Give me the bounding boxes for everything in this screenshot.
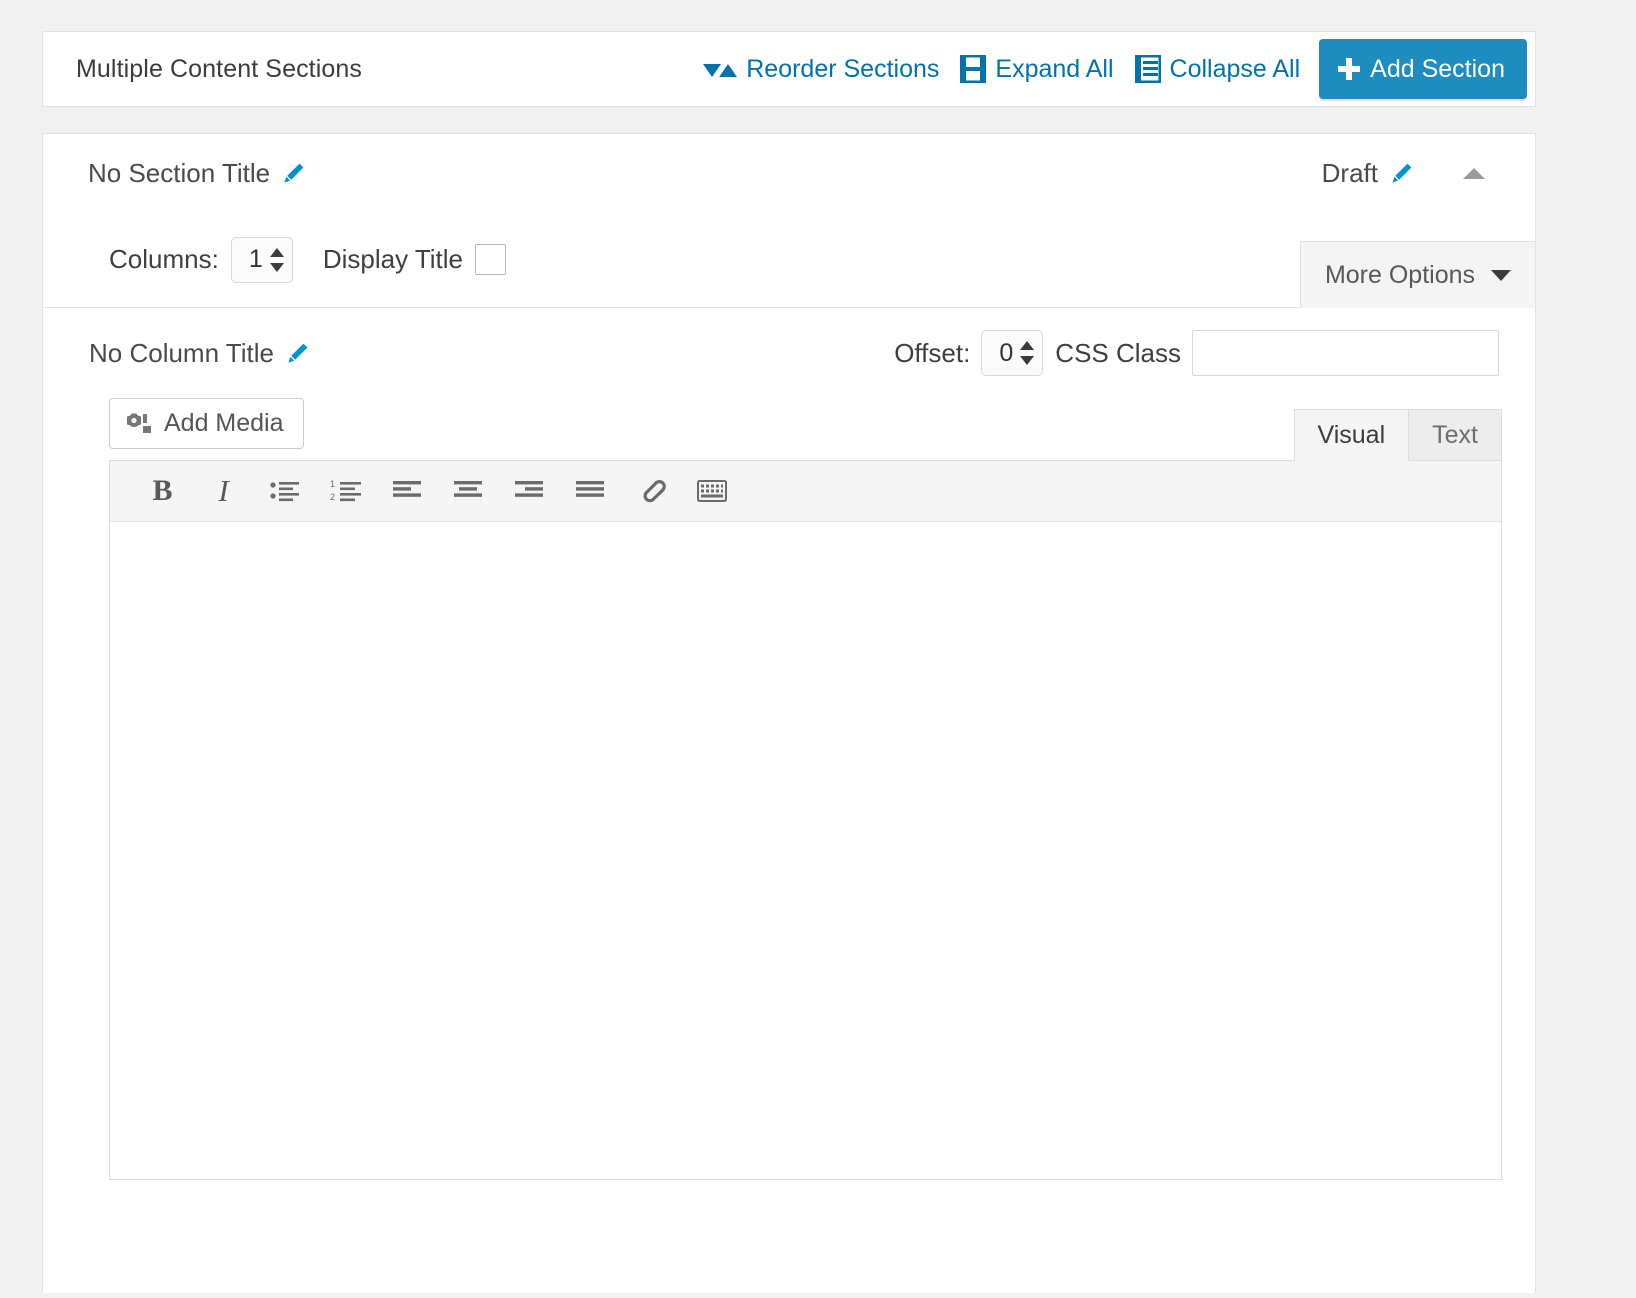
section-header-row: No Section Title Draft	[43, 134, 1535, 212]
status-badge: Draft	[1321, 157, 1378, 188]
editor-format-toolbar: B I 1 2	[109, 460, 1502, 522]
numbered-list-icon[interactable]: 1 2	[315, 463, 376, 519]
reorder-sections-link[interactable]: Reorder Sections	[703, 55, 939, 84]
more-options-tab[interactable]: More Options	[1299, 241, 1535, 308]
columns-stepper[interactable]: 1	[230, 236, 293, 283]
collapse-all-label: Collapse All	[1169, 54, 1301, 83]
css-class-label: CSS Class	[1055, 337, 1181, 368]
collapse-all-icon	[1134, 55, 1161, 83]
status-edit-pencil-icon[interactable]	[1391, 162, 1413, 184]
section-title-edit-pencil-icon[interactable]	[283, 162, 305, 184]
reorder-sections-label: Reorder Sections	[746, 54, 940, 83]
expand-all-label: Expand All	[995, 54, 1114, 83]
svg-text:2: 2	[330, 492, 335, 502]
column-title-edit-pencil-icon[interactable]	[287, 342, 309, 364]
align-left-icon[interactable]	[376, 463, 437, 519]
plus-icon	[1338, 58, 1361, 80]
chevron-down-icon	[1491, 269, 1511, 281]
column-header-row: No Column Title Offset: 0 CSS Class	[43, 308, 1535, 398]
columns-label: Columns:	[109, 244, 219, 274]
tab-visual[interactable]: Visual	[1293, 409, 1410, 461]
expand-all-icon	[960, 55, 987, 83]
add-section-label: Add Section	[1370, 54, 1505, 83]
align-justify-icon[interactable]	[559, 463, 620, 519]
link-icon[interactable]	[620, 463, 681, 519]
editor-content-area[interactable]	[109, 522, 1502, 1180]
add-media-button[interactable]: Add Media	[109, 398, 304, 449]
svg-text:1: 1	[330, 479, 335, 489]
editor-topbar: Add Media Visual Text	[109, 398, 1502, 461]
toolbar-toggle-icon[interactable]	[681, 463, 742, 519]
column-settings-group: Offset: 0 CSS Class	[894, 330, 1535, 376]
add-section-button[interactable]: Add Section	[1319, 39, 1527, 99]
display-title-label: Display Title	[322, 244, 463, 274]
columns-stepper-arrows-icon[interactable]	[269, 245, 284, 275]
align-center-icon[interactable]	[437, 463, 498, 519]
bulleted-list-icon[interactable]	[254, 463, 315, 519]
page-header-bar: Multiple Content Sections Reorder Sectio…	[42, 31, 1536, 107]
offset-stepper-arrows-icon[interactable]	[1020, 338, 1035, 368]
columns-value: 1	[248, 245, 263, 273]
content-editor: Add Media Visual Text B I 1 2	[109, 398, 1502, 1180]
offset-stepper[interactable]: 0	[981, 330, 1044, 376]
section-collapse-toggle[interactable]	[1461, 160, 1487, 186]
section-title: No Section Title	[88, 157, 271, 188]
media-icon	[126, 412, 152, 435]
collapse-all-link[interactable]: Collapse All	[1134, 54, 1301, 84]
reorder-icon	[703, 58, 738, 80]
italic-icon[interactable]: I	[193, 463, 254, 519]
more-options-label: More Options	[1324, 260, 1475, 289]
page-root: Multiple Content Sections Reorder Sectio…	[0, 0, 1636, 1298]
css-class-input[interactable]	[1192, 330, 1499, 376]
column-title: No Column Title	[89, 337, 274, 368]
display-title-checkbox[interactable]	[474, 244, 506, 275]
bold-icon[interactable]: B	[132, 463, 193, 519]
offset-value: 0	[999, 338, 1014, 367]
expand-all-link[interactable]: Expand All	[960, 54, 1114, 84]
align-right-icon[interactable]	[498, 463, 559, 519]
section-options-row: Columns: 1 Display Title More Options	[43, 212, 1535, 308]
content-section-panel: No Section Title Draft Columns: 1 Displa…	[42, 133, 1536, 1293]
section-status-group: Draft	[1322, 158, 1535, 189]
add-media-label: Add Media	[164, 409, 284, 437]
editor-mode-tabs: Visual Text	[1293, 409, 1502, 461]
offset-label: Offset:	[894, 337, 971, 368]
page-title: Multiple Content Sections	[76, 54, 362, 83]
header-toolbar: Reorder Sections Expand All Collapse All…	[703, 32, 1535, 106]
tab-text[interactable]: Text	[1409, 409, 1502, 461]
